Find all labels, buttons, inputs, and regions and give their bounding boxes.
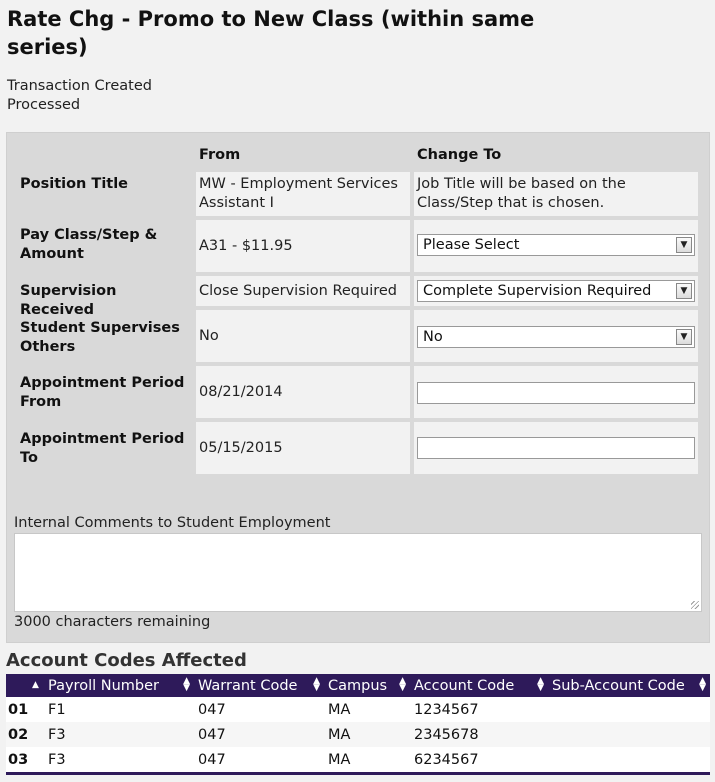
chevron-down-icon: ▼ xyxy=(676,329,692,345)
campus-cell: MA xyxy=(324,747,410,772)
supervises-others-select-value: No xyxy=(423,329,443,345)
col-header-account-code[interactable]: Account Code ▲ ▼ xyxy=(410,674,548,697)
campus-cell: MA xyxy=(324,697,410,722)
supervision-received-label: Supervision Received xyxy=(20,283,117,318)
status-processed: Processed xyxy=(7,97,81,113)
resize-grip-icon[interactable] xyxy=(691,601,699,609)
pay-class-select-value: Please Select xyxy=(423,237,520,253)
supervision-received-select-value: Complete Supervision Required xyxy=(423,283,652,299)
row-number: 03 xyxy=(6,747,44,772)
campus-cell: MA xyxy=(324,722,410,747)
appointment-to-label: Appointment Period To xyxy=(20,431,185,466)
chevron-down-icon: ▼ xyxy=(676,237,692,253)
position-title-label: Position Title xyxy=(20,176,129,192)
payroll-number-cell: F3 xyxy=(44,722,194,747)
sort-icon: ▲ ▼ xyxy=(537,676,544,693)
table-row[interactable]: 03 F3 047 MA 6234567 xyxy=(6,747,710,772)
warrant-code-cell: 047 xyxy=(194,722,324,747)
supervision-received-from: Close Supervision Required xyxy=(196,276,410,306)
payroll-number-cell: F3 xyxy=(44,747,194,772)
col-header-num[interactable]: ▲ xyxy=(6,674,44,697)
change-to-column-header: Change To xyxy=(417,147,502,163)
sub-account-code-cell xyxy=(548,697,710,722)
table-row[interactable]: 02 F3 047 MA 2345678 xyxy=(6,722,710,747)
appointment-from-label: Appointment Period From xyxy=(20,375,185,410)
sort-icon: ▲ ▼ xyxy=(313,676,320,693)
sub-account-code-cell xyxy=(548,722,710,747)
warrant-code-cell: 047 xyxy=(194,747,324,772)
account-code-cell: 1234567 xyxy=(410,697,548,722)
chevron-down-icon: ▼ xyxy=(676,283,692,299)
account-code-cell: 6234567 xyxy=(410,747,548,772)
from-column-header: From xyxy=(199,147,241,163)
pay-class-label: Pay Class/Step & Amount xyxy=(20,227,158,262)
table-row[interactable]: 01 F1 047 MA 1234567 xyxy=(6,697,710,722)
supervision-received-select[interactable]: Complete Supervision Required ▼ xyxy=(417,280,695,302)
position-title-from: MW - Employment Services Assistant I xyxy=(196,172,410,216)
comments-textarea[interactable] xyxy=(14,533,702,612)
sort-icon: ▲ ▼ xyxy=(399,676,406,693)
col-header-sub-account-code[interactable]: Sub-Account Code ▲ ▼ xyxy=(548,674,710,697)
table-bottom-border xyxy=(6,772,710,775)
chars-remaining: 3000 characters remaining xyxy=(14,614,211,630)
sort-icon: ▲ ▼ xyxy=(183,676,190,693)
supervises-others-from: No xyxy=(196,310,410,362)
col-header-campus[interactable]: Campus ▲ ▼ xyxy=(324,674,410,697)
warrant-code-cell: 047 xyxy=(194,697,324,722)
account-codes-table: ▲ Payroll Number ▲ ▼ Warrant Code ▲ ▼ Campus… xyxy=(6,674,710,772)
col-header-payroll-number[interactable]: Payroll Number ▲ ▼ xyxy=(44,674,194,697)
sort-asc-icon: ▲ xyxy=(32,680,39,690)
sub-account-code-cell xyxy=(548,747,710,772)
row-number: 02 xyxy=(6,722,44,747)
supervises-others-select[interactable]: No ▼ xyxy=(417,326,695,348)
sort-icon: ▲ ▼ xyxy=(699,676,706,693)
account-codes-title: Account Codes Affected xyxy=(6,650,247,671)
page-title: Rate Chg - Promo to New Class (within sa… xyxy=(7,7,535,59)
pay-class-from: A31 - $11.95 xyxy=(196,220,410,272)
col-header-warrant-code[interactable]: Warrant Code ▲ ▼ xyxy=(194,674,324,697)
payroll-number-cell: F1 xyxy=(44,697,194,722)
appointment-to-value: 05/15/2015 xyxy=(196,422,410,474)
appointment-from-input[interactable] xyxy=(417,382,695,404)
comments-label: Internal Comments to Student Employment xyxy=(14,515,331,531)
status-created: Transaction Created xyxy=(7,78,152,94)
supervises-others-label: Student Supervises Others xyxy=(20,320,180,355)
appointment-to-input[interactable] xyxy=(417,437,695,459)
table-header-row: ▲ Payroll Number ▲ ▼ Warrant Code ▲ ▼ Campus… xyxy=(6,674,710,697)
pay-class-select[interactable]: Please Select ▼ xyxy=(417,234,695,256)
row-number: 01 xyxy=(6,697,44,722)
position-title-change-to: Job Title will be based on the Class/Ste… xyxy=(414,172,698,216)
account-code-cell: 2345678 xyxy=(410,722,548,747)
appointment-from-value: 08/21/2014 xyxy=(196,366,410,418)
